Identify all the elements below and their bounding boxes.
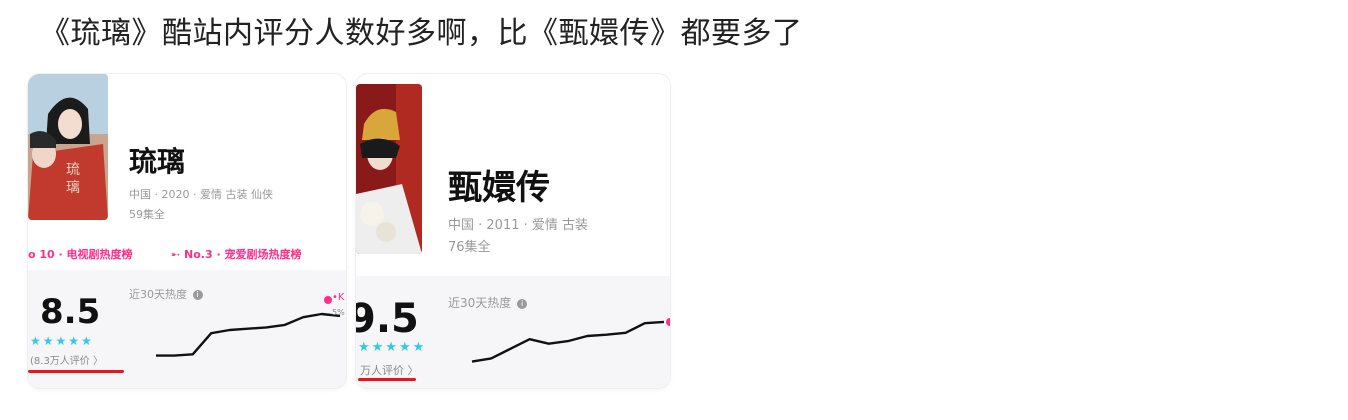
- drama-title[interactable]: 甄嬛传: [448, 160, 550, 209]
- trend-line: [471, 320, 665, 363]
- trend-end-dot: [324, 296, 332, 304]
- svg-text:璃: 璃: [66, 179, 80, 196]
- heat-trend-chart: [156, 312, 341, 357]
- trend-end-dot: [666, 318, 670, 326]
- drama-meta: 中国 · 2020 · 爱情 古装 仙侠: [129, 188, 273, 201]
- rating-stars-icon: ★★★★★: [358, 340, 427, 355]
- review-count-link[interactable]: 万人评价 〉: [360, 362, 419, 378]
- trend-line: [156, 312, 341, 357]
- svg-text:琉: 琉: [66, 162, 80, 178]
- rank-badge-tv[interactable]: o 10 · 电视剧热度榜: [28, 246, 133, 262]
- rating-panel: 8.5 ★★★★★ (8.3万人评价 〉 近30天热度 i •K 5%: [28, 270, 346, 388]
- highlight-underline: [28, 370, 124, 373]
- post-text: 《琉璃》酷站内评分人数好多啊，比《甄嬛传》都要多了: [40, 16, 803, 51]
- side-mark: •K: [332, 292, 345, 303]
- highlight-underline: [358, 378, 416, 381]
- poster-image[interactable]: [356, 84, 422, 254]
- review-count-link[interactable]: (8.3万人评价 〉: [30, 352, 103, 367]
- drama-card-liuli[interactable]: 琉 璃 琉璃 中国 · 2020 · 爱情 古装 仙侠 59集全 o 10 · …: [28, 74, 346, 388]
- rating-panel: 9.5 ★★★★★ 万人评价 〉 近30天热度 i: [356, 276, 670, 388]
- rating-stars-icon: ★★★★★: [30, 334, 94, 348]
- poster-image[interactable]: 琉 璃: [28, 74, 108, 220]
- rank-badge-theater[interactable]: ➸ No.3 · 宠爱剧场热度榜: [171, 246, 301, 262]
- rating-score: 9.5: [356, 296, 419, 342]
- percent-mark: 5%: [332, 308, 345, 317]
- episode-count: 59集全: [129, 208, 165, 221]
- rating-score: 8.5: [40, 292, 101, 332]
- drama-card-zhenhuan[interactable]: 甄嬛传 中国 · 2011 · 爱情 古装 76集全 9.5 ★★★★★ 万人评…: [356, 74, 670, 388]
- rank-row: o 10 · 电视剧热度榜 ➸ No.3 · 宠爱剧场热度榜: [28, 244, 346, 262]
- drama-meta: 中国 · 2011 · 爱情 古装: [448, 218, 589, 233]
- episode-count: 76集全: [448, 240, 491, 255]
- drama-title[interactable]: 琉璃: [129, 140, 185, 180]
- heat-trend-chart: [471, 320, 665, 363]
